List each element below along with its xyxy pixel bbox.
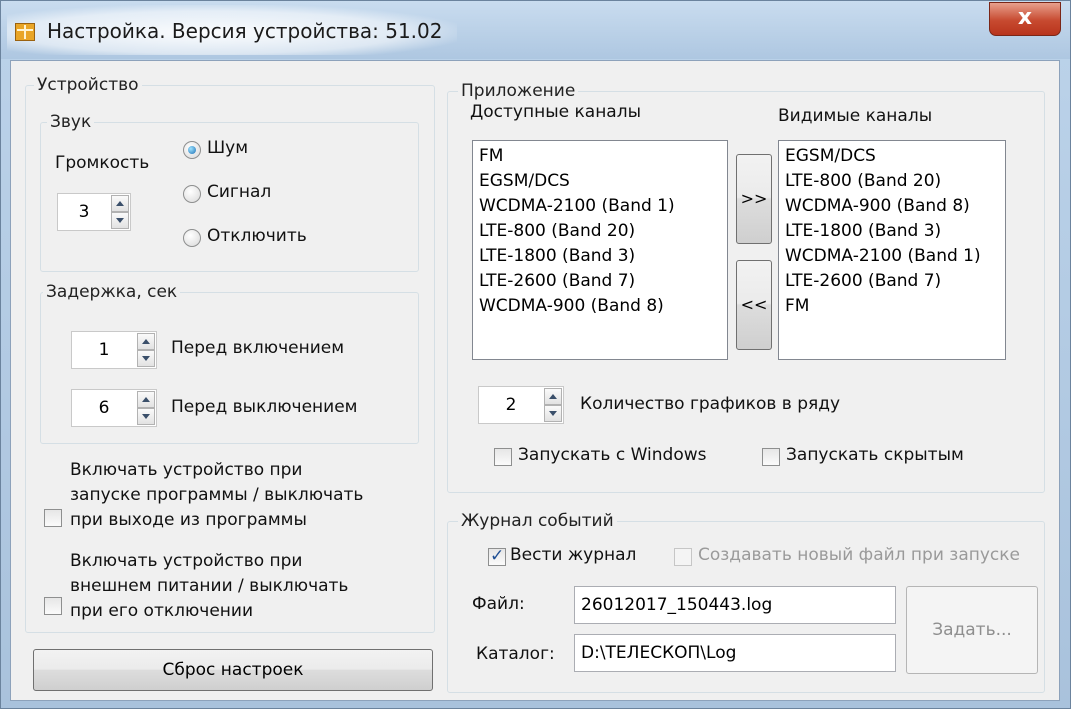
visible-channel-item[interactable]: WCDMA-900 (Band 8): [785, 194, 1005, 219]
available-channels-list[interactable]: FM EGSM/DCS WCDMA-2100 (Band 1) LTE-800 …: [472, 140, 728, 360]
settings-window: Настройка. Версия устройства: 51.02 x Ус…: [0, 0, 1071, 709]
radio-off-button[interactable]: [183, 229, 201, 247]
delay-group: Задержка, сек 1 Перед включением 6 Перед…: [40, 282, 419, 444]
delay-on-down-arrow-icon[interactable]: [137, 350, 155, 367]
event-log-group-label: Журнал событий: [458, 511, 617, 531]
delay-off-up-arrow-icon[interactable]: [137, 391, 155, 408]
new-file-label: Создавать новый файл при запуске: [698, 545, 1020, 565]
radio-noise-button[interactable]: [183, 141, 201, 159]
keep-log-label: Вести журнал: [510, 545, 637, 565]
device-group-label: Устройство: [34, 75, 142, 95]
visible-channels-label: Видимые каналы: [778, 106, 933, 126]
power-on-start-checkbox[interactable]: [44, 509, 62, 527]
power-on-start-line-3: при выходе из программы: [70, 510, 307, 530]
delay-off-spinner[interactable]: 6: [71, 389, 157, 427]
close-button[interactable]: x: [989, 2, 1061, 36]
event-log-group: Журнал событий Вести журнал Создавать но…: [447, 511, 1045, 693]
charts-per-row-value: 2: [505, 395, 517, 415]
delay-on-label: Перед включением: [171, 338, 345, 358]
application-group: Приложение Доступные каналы FM EGSM/DCS …: [447, 81, 1045, 493]
file-label: Файл:: [472, 594, 525, 614]
move-right-button[interactable]: >>: [736, 154, 772, 244]
run-hidden-checkbox[interactable]: [762, 448, 780, 466]
radio-signal-button[interactable]: [183, 185, 201, 203]
power-on-start-line-1: Включать устройство при: [70, 460, 303, 480]
external-power-line-1: Включать устройство при: [70, 551, 303, 571]
reset-settings-button[interactable]: Сброс настроек: [33, 649, 433, 691]
keep-log-checkbox[interactable]: [488, 546, 506, 566]
available-channel-item[interactable]: LTE-800 (Band 20): [479, 219, 727, 244]
charts-per-row-label: Количество графиков в ряду: [580, 394, 841, 414]
charts-per-row-up-arrow-icon[interactable]: [544, 388, 562, 405]
available-channels-label: Доступные каналы: [470, 102, 642, 122]
delay-off-down-arrow-icon[interactable]: [137, 408, 155, 425]
volume-value: 3: [78, 202, 90, 222]
delay-group-label: Задержка, сек: [43, 282, 181, 302]
delay-off-value: 6: [98, 398, 110, 418]
visible-channel-item[interactable]: LTE-800 (Band 20): [785, 169, 1005, 194]
available-channel-item[interactable]: LTE-1800 (Band 3): [479, 244, 727, 269]
run-hidden-label: Запускать скрытым: [786, 445, 964, 465]
visible-channel-item[interactable]: LTE-2600 (Band 7): [785, 269, 1005, 294]
run-with-windows-label: Запускать с Windows: [518, 445, 707, 465]
dialog-client-area: Устройство Звук Громкость 3 Шум Сигнал О…: [10, 60, 1060, 701]
volume-label: Громкость: [55, 153, 150, 173]
available-channel-item[interactable]: EGSM/DCS: [479, 169, 727, 194]
sound-group-label: Звук: [47, 112, 95, 132]
new-file-checkbox[interactable]: [674, 548, 692, 566]
volume-spinner[interactable]: 3: [57, 193, 131, 231]
charts-per-row-down-arrow-icon[interactable]: [544, 405, 562, 422]
set-directory-button[interactable]: Задать...: [906, 586, 1038, 674]
run-with-windows-checkbox[interactable]: [494, 448, 512, 466]
window-title: Настройка. Версия устройства: 51.02: [47, 19, 443, 43]
application-group-label: Приложение: [458, 81, 579, 101]
external-power-line-3: при его отключении: [70, 601, 254, 621]
available-channel-item[interactable]: FM: [479, 144, 727, 169]
volume-down-arrow-icon[interactable]: [111, 212, 129, 229]
available-channel-item[interactable]: WCDMA-2100 (Band 1): [479, 194, 727, 219]
volume-up-arrow-icon[interactable]: [111, 195, 129, 212]
app-icon: [15, 23, 35, 41]
radio-signal-label: Сигнал: [207, 182, 272, 202]
directory-field[interactable]: D:\ТЕЛЕСКОП\Log: [574, 634, 896, 672]
directory-label: Каталог:: [476, 644, 555, 664]
available-channel-item[interactable]: LTE-2600 (Band 7): [479, 269, 727, 294]
power-on-start-line-2: запуске программы / выключать: [70, 485, 364, 505]
sound-group: Звук Громкость 3 Шум Сигнал Отключить: [40, 112, 419, 272]
visible-channel-item[interactable]: LTE-1800 (Band 3): [785, 219, 1005, 244]
delay-off-label: Перед выключением: [171, 397, 358, 417]
charts-per-row-spinner[interactable]: 2: [478, 386, 564, 424]
file-name-field[interactable]: 26012017_150443.log: [574, 586, 896, 624]
delay-on-spinner[interactable]: 1: [71, 331, 157, 369]
visible-channels-list[interactable]: EGSM/DCS LTE-800 (Band 20) WCDMA-900 (Ba…: [778, 140, 1006, 360]
device-group: Устройство Звук Громкость 3 Шум Сигнал О…: [25, 75, 435, 633]
title-bar[interactable]: Настройка. Версия устройства: 51.02 x: [1, 1, 1070, 59]
external-power-checkbox[interactable]: [44, 597, 62, 615]
radio-off-label: Отключить: [207, 226, 307, 246]
available-channel-item[interactable]: WCDMA-900 (Band 8): [479, 294, 727, 319]
external-power-line-2: внешнем питании / выключать: [70, 576, 349, 596]
visible-channel-item[interactable]: EGSM/DCS: [785, 144, 1005, 169]
visible-channel-item[interactable]: FM: [785, 294, 1005, 319]
delay-on-value: 1: [98, 340, 110, 360]
move-left-button[interactable]: <<: [736, 260, 772, 350]
visible-channel-item[interactable]: WCDMA-2100 (Band 1): [785, 244, 1005, 269]
radio-noise-label: Шум: [207, 138, 249, 158]
delay-on-up-arrow-icon[interactable]: [137, 333, 155, 350]
